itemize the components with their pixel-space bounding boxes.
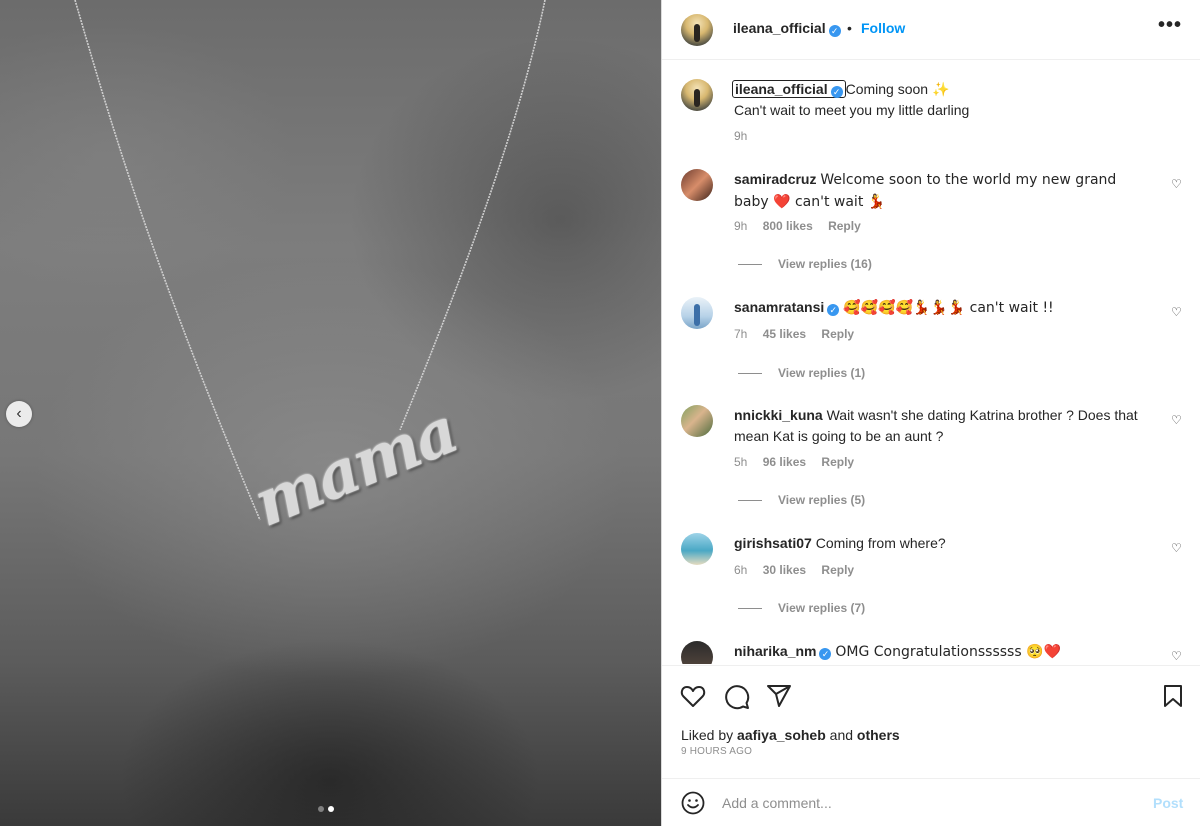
liked-by-user[interactable]: aafiya_soheb bbox=[737, 727, 826, 743]
comment-likes[interactable]: 96 likes bbox=[763, 455, 806, 469]
comment-username[interactable]: samiradcruz bbox=[734, 171, 816, 187]
comment-meta: 7h 45 likes Reply bbox=[734, 327, 866, 341]
comment-text: niharika_nm ✓ OMG Congratulationssssss 🥺❤… bbox=[734, 641, 1142, 663]
avatar[interactable] bbox=[681, 297, 713, 329]
reply-button[interactable]: Reply bbox=[821, 327, 854, 341]
caption-text: ileana_official ✓ Coming soon ✨ Can't wait… bbox=[732, 79, 1142, 121]
header-username[interactable]: ileana_official ✓ bbox=[733, 20, 841, 37]
liked-by-and: and bbox=[829, 727, 854, 743]
view-replies-label[interactable]: View replies (1) bbox=[778, 366, 865, 380]
comments-list[interactable]: ileana_official ✓ Coming soon ✨ Can't wait… bbox=[662, 61, 1200, 664]
avatar[interactable] bbox=[681, 641, 713, 664]
post-sidebar: ileana_official ✓ • Follow ••• ileana_off… bbox=[661, 0, 1200, 826]
view-replies-label[interactable]: View replies (7) bbox=[778, 601, 865, 615]
follow-button[interactable]: Follow bbox=[861, 20, 905, 36]
view-replies-button[interactable]: View replies (16) bbox=[738, 257, 872, 271]
comment-body: OMG Congratulationssssss 🥺❤️ bbox=[835, 644, 1061, 660]
comment-likes[interactable]: 800 likes bbox=[763, 219, 813, 233]
avatar[interactable] bbox=[681, 14, 713, 46]
reply-button[interactable]: Reply bbox=[828, 219, 861, 233]
verified-badge-icon: ✓ bbox=[819, 648, 832, 660]
bookmark-icon[interactable] bbox=[1162, 684, 1184, 708]
header-username-text[interactable]: ileana_official bbox=[733, 20, 826, 36]
comment-like-heart-icon[interactable]: ♡ bbox=[1171, 541, 1182, 555]
comment-text: nnickki_kuna Wait wasn't she dating Katr… bbox=[734, 405, 1142, 447]
comment-like-heart-icon[interactable]: ♡ bbox=[1171, 649, 1182, 663]
post-timestamp[interactable]: 9 HOURS AGO bbox=[681, 746, 752, 757]
carousel-dot bbox=[318, 806, 324, 812]
caption-username[interactable]: ileana_official ✓ bbox=[732, 80, 846, 98]
add-comment-bar: Post bbox=[662, 778, 1200, 826]
comment-text: samiradcruz Welcome soon to the world my… bbox=[734, 169, 1142, 213]
action-bar bbox=[662, 665, 1200, 725]
comment-text: girishsati07 Coming from where? bbox=[734, 533, 1142, 554]
comment-time: 6h bbox=[734, 563, 748, 577]
avatar[interactable] bbox=[681, 169, 713, 201]
liked-by-others[interactable]: others bbox=[857, 727, 900, 743]
comment-username[interactable]: sanamratansi bbox=[734, 299, 824, 315]
more-options-icon[interactable]: ••• bbox=[1158, 14, 1182, 37]
view-replies-button[interactable]: View replies (1) bbox=[738, 366, 865, 380]
necklace-chain bbox=[74, 0, 546, 521]
replies-line bbox=[738, 373, 762, 375]
view-replies-label[interactable]: View replies (5) bbox=[778, 493, 865, 507]
view-replies-button[interactable]: View replies (5) bbox=[738, 493, 865, 507]
liked-by: Liked by aafiya_soheb and others bbox=[681, 727, 900, 743]
header-separator: • bbox=[847, 20, 852, 36]
caption-username-text[interactable]: ileana_official bbox=[735, 81, 828, 97]
comment-likes[interactable]: 30 likes bbox=[763, 563, 806, 577]
smiley-icon[interactable] bbox=[681, 791, 705, 815]
avatar[interactable] bbox=[681, 405, 713, 437]
view-replies-label[interactable]: View replies (16) bbox=[778, 257, 872, 271]
view-replies-button[interactable]: View replies (7) bbox=[738, 601, 865, 615]
comment-meta: 6h 30 likes Reply bbox=[734, 563, 866, 577]
comment-meta: 9h 800 likes Reply bbox=[734, 219, 873, 233]
replies-line bbox=[738, 608, 762, 610]
carousel-dots bbox=[318, 806, 334, 812]
post-button[interactable]: Post bbox=[1153, 795, 1183, 811]
post-header: ileana_official ✓ • Follow ••• bbox=[662, 0, 1200, 60]
replies-line bbox=[738, 500, 762, 502]
caption-time: 9h bbox=[734, 129, 748, 143]
send-icon[interactable] bbox=[766, 684, 792, 708]
reply-button[interactable]: Reply bbox=[821, 563, 854, 577]
heart-icon[interactable] bbox=[680, 684, 706, 708]
comment-time: 7h bbox=[734, 327, 748, 341]
comment-likes[interactable]: 45 likes bbox=[763, 327, 806, 341]
comment-like-heart-icon[interactable]: ♡ bbox=[1171, 177, 1182, 191]
comment-username[interactable]: girishsati07 bbox=[734, 535, 812, 551]
comment-username[interactable]: nnickki_kuna bbox=[734, 407, 823, 423]
caption-line2: Can't wait to meet you my little darling bbox=[734, 102, 970, 118]
caption-meta: 9h bbox=[734, 129, 759, 143]
caption-line1: Coming soon ✨ bbox=[845, 81, 950, 97]
comment-time: 5h bbox=[734, 455, 748, 469]
comment-username[interactable]: niharika_nm bbox=[734, 643, 816, 659]
comment-input[interactable] bbox=[722, 792, 1122, 814]
replies-line bbox=[738, 264, 762, 266]
verified-badge-icon: ✓ bbox=[827, 304, 840, 316]
chevron-left-icon[interactable]: ‹ bbox=[6, 401, 32, 427]
comment-body: Coming from where? bbox=[815, 535, 946, 551]
carousel-dot-active bbox=[328, 806, 334, 812]
avatar[interactable] bbox=[681, 79, 713, 111]
comment-body: 🥰🥰🥰🥰💃💃💃 can't wait !! bbox=[843, 300, 1054, 316]
liked-by-prefix: Liked by bbox=[681, 727, 734, 743]
verified-badge-icon: ✓ bbox=[830, 86, 843, 98]
avatar[interactable] bbox=[681, 533, 713, 565]
comment-like-heart-icon[interactable]: ♡ bbox=[1171, 413, 1182, 427]
reply-button[interactable]: Reply bbox=[821, 455, 854, 469]
comment-like-heart-icon[interactable]: ♡ bbox=[1171, 305, 1182, 319]
comment-text: sanamratansi ✓ 🥰🥰🥰🥰💃💃💃 can't wait !! bbox=[734, 297, 1142, 319]
comment-time: 9h bbox=[734, 219, 748, 233]
comment-icon[interactable] bbox=[724, 684, 750, 710]
post-image[interactable]: mama ‹ bbox=[0, 0, 661, 826]
verified-badge-icon: ✓ bbox=[828, 25, 841, 37]
comment-meta: 5h 96 likes Reply bbox=[734, 455, 866, 469]
